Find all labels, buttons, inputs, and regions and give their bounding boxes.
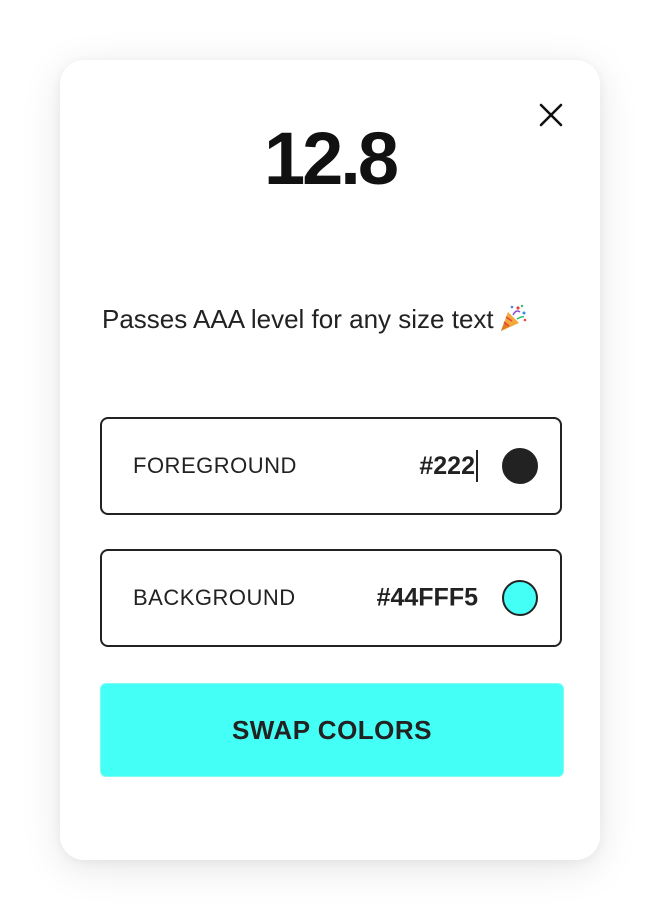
foreground-field[interactable]: FOREGROUND #222 bbox=[100, 417, 562, 515]
foreground-label: FOREGROUND bbox=[133, 453, 297, 478]
background-value: #44FFF5 bbox=[376, 583, 478, 612]
background-color-swatch[interactable] bbox=[502, 580, 538, 616]
swap-colors-label: SWAP COLORS bbox=[231, 714, 433, 745]
contrast-result-card: 12.8 Passes AAA level for any size text bbox=[60, 60, 600, 860]
foreground-color-swatch[interactable] bbox=[502, 448, 538, 484]
swap-colors-button[interactable]: SWAP COLORS bbox=[100, 683, 564, 777]
foreground-value: #222 bbox=[419, 451, 475, 480]
party-popper-icon bbox=[498, 303, 528, 333]
page: 12.8 Passes AAA level for any size text bbox=[0, 0, 660, 920]
contrast-ratio: 12.8 bbox=[263, 117, 399, 200]
text-caret bbox=[476, 450, 478, 482]
verdict-text: Passes AAA level for any size text bbox=[102, 304, 494, 334]
foreground-input[interactable]: #222 bbox=[419, 450, 478, 482]
background-input[interactable]: #44FFF5 bbox=[377, 584, 478, 613]
verdict-row: Passes AAA level for any size text bbox=[102, 304, 528, 335]
background-field[interactable]: BACKGROUND #44FFF5 bbox=[100, 549, 562, 647]
background-label: BACKGROUND bbox=[133, 585, 296, 610]
